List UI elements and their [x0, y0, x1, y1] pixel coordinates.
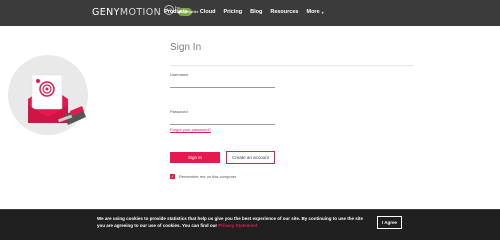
nav-products[interactable]: Products ▾ — [164, 9, 192, 15]
username-label: Username — [170, 72, 189, 77]
password-field[interactable] — [170, 115, 275, 124]
chevron-down-icon: ▾ — [189, 9, 192, 15]
top-navbar: GENYMOTION 3.0 by genymobile Products▾ C… — [0, 0, 500, 26]
nav-cloud[interactable]: Cloud — [200, 9, 216, 15]
nav-pricing[interactable]: Pricing — [223, 9, 242, 15]
nav-more[interactable]: More ▾ — [306, 9, 323, 15]
forgot-password-link[interactable]: Forgot your password? — [170, 127, 211, 132]
nav-blog[interactable]: Blog — [250, 9, 262, 15]
remember-me: ✓ Remember me on this computer — [170, 174, 236, 179]
cookie-text-line2: agreeing to our use of cookies. You can … — [114, 222, 218, 228]
create-account-button[interactable]: Create an account — [226, 151, 275, 164]
remember-checkbox[interactable]: ✓ — [170, 174, 175, 179]
nav-resources[interactable]: Resources — [270, 9, 298, 15]
username-field[interactable] — [170, 78, 275, 87]
cookie-message: We are using cookies to provide statisti… — [97, 216, 367, 229]
password-underline — [170, 124, 275, 125]
page-title: Sign In — [170, 42, 202, 53]
title-divider — [170, 65, 413, 66]
remember-label: Remember me on this computer — [179, 174, 237, 179]
privacy-statement-link[interactable]: Privacy Statement — [218, 223, 257, 228]
envelope-icon — [28, 74, 86, 125]
username-underline — [170, 87, 275, 88]
logo-text: GENYMOTION — [92, 7, 162, 18]
signin-button[interactable]: Sign In — [170, 152, 220, 163]
envelope-illustration — [8, 55, 88, 135]
agree-button[interactable]: I Agree — [377, 216, 402, 229]
main-nav: Products ▾ Cloud Pricing Blog Resources M… — [164, 9, 324, 15]
password-label: Password — [170, 109, 188, 114]
chevron-down-icon: ▾ — [321, 9, 324, 15]
